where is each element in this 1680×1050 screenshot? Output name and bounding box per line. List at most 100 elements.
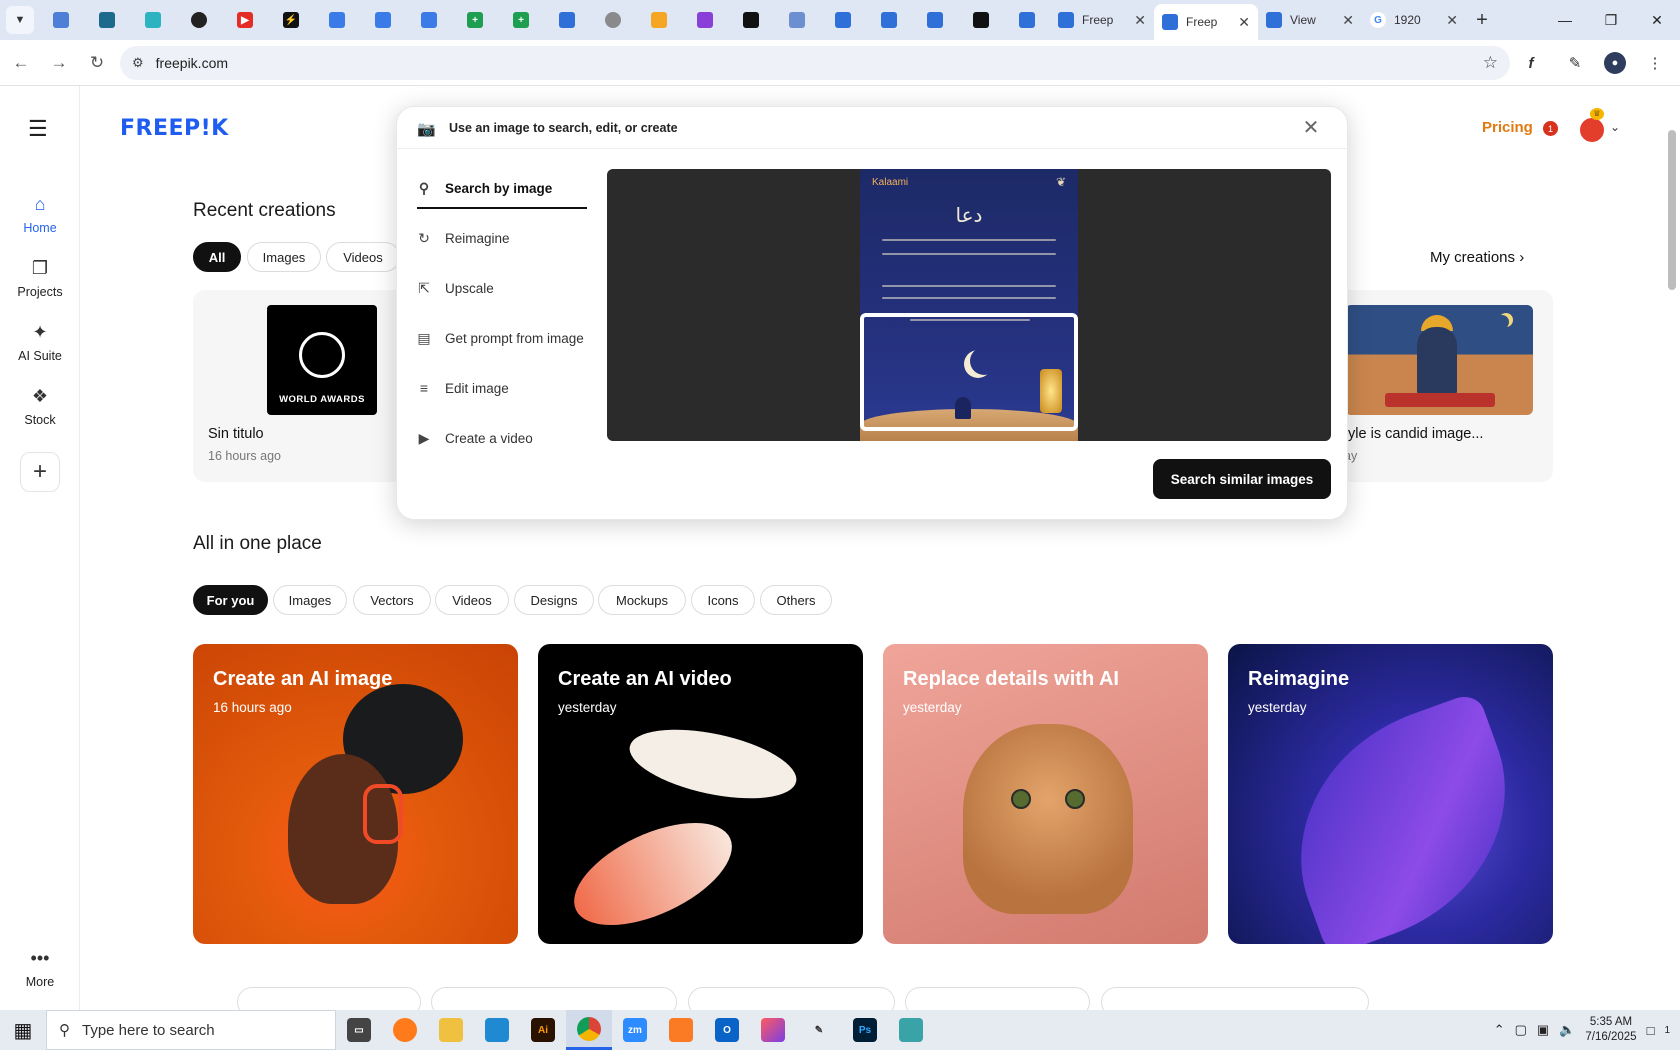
pinned-tab[interactable]: + bbox=[498, 4, 544, 36]
menu-create-video[interactable]: ▶ Create a video bbox=[415, 423, 585, 453]
font-extension-icon[interactable]: f bbox=[1516, 48, 1546, 78]
site-info-icon[interactable]: ⚙ bbox=[132, 55, 144, 71]
pinned-tab[interactable] bbox=[314, 4, 360, 36]
sidebar-item-projects[interactable]: ❐ Projects bbox=[0, 258, 80, 299]
chevron-down-icon[interactable]: ⌄ bbox=[1610, 120, 1620, 134]
page-scrollbar[interactable] bbox=[1668, 130, 1676, 290]
user-avatar[interactable] bbox=[1580, 118, 1604, 142]
recent-item-thumbnail[interactable]: WORLD AWARDS bbox=[267, 305, 377, 415]
bookmark-star-icon[interactable]: ☆ bbox=[1483, 53, 1498, 73]
menu-upscale[interactable]: ⇱ Upscale bbox=[415, 273, 585, 303]
recent-item-title[interactable]: tyle is candid image... bbox=[1344, 426, 1483, 442]
xampp-icon[interactable] bbox=[658, 1010, 704, 1050]
pinned-tab[interactable]: + bbox=[452, 4, 498, 36]
pen-tool-icon[interactable]: ✎ bbox=[796, 1010, 842, 1050]
pinned-tab[interactable] bbox=[38, 4, 84, 36]
feature-card-replace-details[interactable]: Replace details with AI yesterday bbox=[883, 644, 1208, 944]
filter-for-you[interactable]: For you bbox=[193, 585, 268, 615]
my-creations-link[interactable]: My creations › bbox=[1430, 249, 1524, 266]
close-window-icon[interactable]: ✕ bbox=[1634, 0, 1680, 40]
file-explorer-icon[interactable] bbox=[428, 1010, 474, 1050]
menu-edit-image[interactable]: ≡ Edit image bbox=[415, 373, 585, 403]
filter-mockups[interactable]: Mockups bbox=[598, 585, 686, 615]
display-icon[interactable]: ▢ bbox=[1515, 1022, 1527, 1038]
volume-icon[interactable]: 🔈 bbox=[1559, 1022, 1575, 1038]
pinned-tab[interactable] bbox=[958, 4, 1004, 36]
pinned-tab[interactable] bbox=[544, 4, 590, 36]
task-view-icon[interactable]: ▭ bbox=[336, 1010, 382, 1050]
sidebar-item-ai-suite[interactable]: ✦ AI Suite bbox=[0, 322, 80, 363]
pinned-tab[interactable]: ⚡ bbox=[268, 4, 314, 36]
pinned-tab[interactable]: ▶ bbox=[222, 4, 268, 36]
recent-item-thumbnail[interactable] bbox=[1345, 305, 1533, 415]
menu-get-prompt[interactable]: ▤ Get prompt from image bbox=[415, 323, 585, 353]
minimize-icon[interactable]: — bbox=[1542, 0, 1588, 40]
pinned-tab[interactable] bbox=[774, 4, 820, 36]
hamburger-menu-icon[interactable]: ☰ bbox=[28, 116, 52, 142]
outlook-icon[interactable]: O bbox=[704, 1010, 750, 1050]
filter-videos[interactable]: Videos bbox=[326, 242, 400, 272]
filter-images[interactable]: Images bbox=[273, 585, 347, 615]
back-icon[interactable]: ← bbox=[4, 46, 38, 80]
new-tab-button[interactable]: + bbox=[1466, 9, 1498, 32]
tab-close-icon[interactable]: ✕ bbox=[1342, 12, 1354, 29]
feature-card-reimagine[interactable]: Reimagine yesterday bbox=[1228, 644, 1553, 944]
sidebar-item-more[interactable]: ••• More bbox=[0, 948, 80, 989]
filter-all[interactable]: All bbox=[193, 242, 241, 272]
menu-reimagine[interactable]: ↻ Reimagine bbox=[415, 223, 585, 253]
search-similar-images-button[interactable]: Search similar images bbox=[1153, 459, 1331, 499]
pinned-tab[interactable] bbox=[360, 4, 406, 36]
photoshop-icon[interactable]: Ps bbox=[842, 1010, 888, 1050]
sidebar-item-home[interactable]: ⌂ Home bbox=[0, 194, 80, 235]
tab-search-chevron-icon[interactable]: ▼ bbox=[6, 6, 34, 34]
add-button[interactable]: + bbox=[20, 452, 60, 492]
tab-google[interactable]: G 1920 ✕ bbox=[1362, 4, 1466, 36]
tab-freepik-1[interactable]: Freep ✕ bbox=[1050, 4, 1154, 36]
feature-card-ai-image[interactable]: Create an AI image 16 hours ago bbox=[193, 644, 518, 944]
pinned-tab[interactable] bbox=[636, 4, 682, 36]
tab-close-icon[interactable]: ✕ bbox=[1446, 12, 1458, 29]
filter-icons[interactable]: Icons bbox=[691, 585, 755, 615]
chrome-menu-icon[interactable]: ⋮ bbox=[1640, 48, 1670, 78]
filter-others[interactable]: Others bbox=[760, 585, 832, 615]
notification-center-icon[interactable]: □ bbox=[1647, 1023, 1655, 1038]
pinned-tab[interactable] bbox=[130, 4, 176, 36]
taskbar-search-box[interactable]: ⚲ Type here to search bbox=[46, 1010, 336, 1050]
restore-icon[interactable]: ❐ bbox=[1588, 0, 1634, 40]
pinned-tab[interactable] bbox=[590, 4, 636, 36]
filter-images[interactable]: Images bbox=[247, 242, 321, 272]
filter-videos[interactable]: Videos bbox=[435, 585, 509, 615]
freepik-logo[interactable]: FREEP!K bbox=[120, 116, 229, 141]
filter-designs[interactable]: Designs bbox=[514, 585, 594, 615]
illustrator-icon[interactable]: Ai bbox=[520, 1010, 566, 1050]
pinned-tab[interactable] bbox=[682, 4, 728, 36]
tab-view[interactable]: View ✕ bbox=[1258, 4, 1362, 36]
tab-close-icon[interactable]: ✕ bbox=[1238, 14, 1250, 31]
menu-search-by-image[interactable]: ⚲ Search by image bbox=[415, 173, 585, 203]
crop-selection-box[interactable] bbox=[860, 313, 1078, 431]
close-icon[interactable]: ✕ bbox=[1299, 115, 1323, 139]
feature-card-ai-video[interactable]: Create an AI video yesterday bbox=[538, 644, 863, 944]
app-icon[interactable] bbox=[888, 1010, 934, 1050]
pinned-tab[interactable] bbox=[866, 4, 912, 36]
firefox-icon[interactable] bbox=[382, 1010, 428, 1050]
tab-close-icon[interactable]: ✕ bbox=[1134, 12, 1146, 29]
windows-start-icon[interactable]: ▦ bbox=[0, 1010, 46, 1050]
vscode-icon[interactable] bbox=[474, 1010, 520, 1050]
extensions-icon[interactable]: ✎ bbox=[1560, 48, 1590, 78]
recent-item-title[interactable]: Sin titulo bbox=[208, 426, 264, 442]
chevron-up-icon[interactable]: ⌃ bbox=[1494, 1022, 1505, 1038]
pinned-tab[interactable] bbox=[912, 4, 958, 36]
network-icon[interactable]: ▣ bbox=[1537, 1022, 1549, 1038]
pinned-tab[interactable] bbox=[728, 4, 774, 36]
forward-icon[interactable]: → bbox=[42, 46, 76, 80]
tab-freepik-active[interactable]: Freep ✕ bbox=[1154, 4, 1258, 40]
creative-cloud-icon[interactable] bbox=[750, 1010, 796, 1050]
profile-icon[interactable]: ● bbox=[1604, 52, 1626, 74]
sidebar-item-stock[interactable]: ❖ Stock bbox=[0, 386, 80, 427]
system-clock[interactable]: 5:35 AM 7/16/2025 bbox=[1585, 1015, 1636, 1045]
address-bar[interactable]: ⚙ freepik.com ☆ bbox=[120, 46, 1510, 80]
pinned-tab[interactable] bbox=[406, 4, 452, 36]
chrome-icon[interactable] bbox=[566, 1010, 612, 1050]
filter-vectors[interactable]: Vectors bbox=[353, 585, 431, 615]
